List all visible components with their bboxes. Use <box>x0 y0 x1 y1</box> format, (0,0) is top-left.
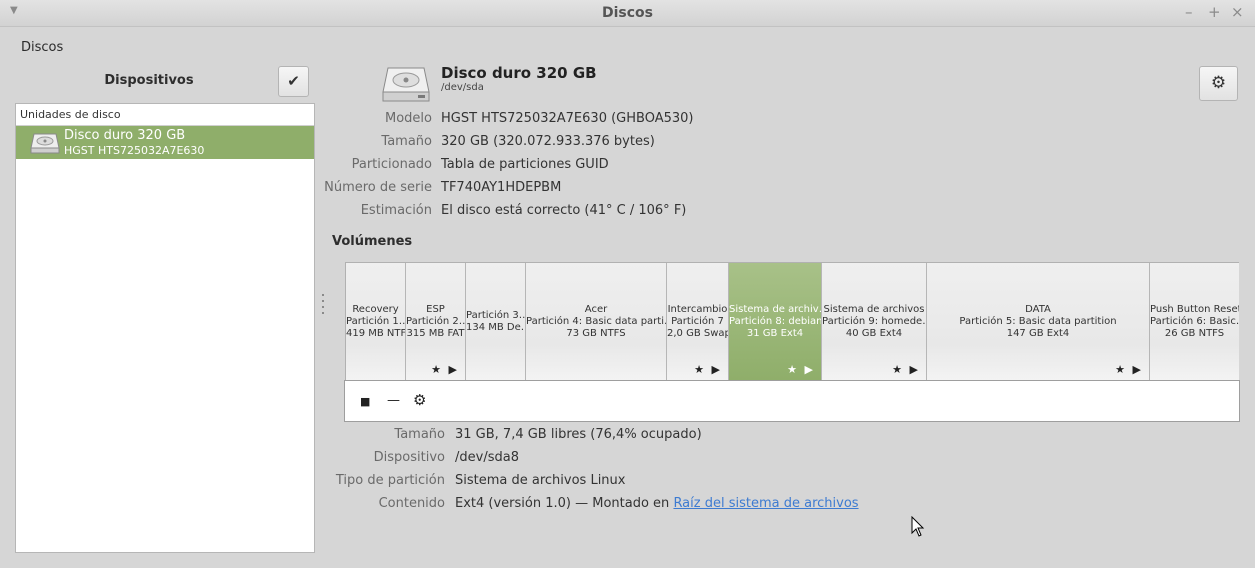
partition-label: DATA Partición 5: Basic data partition 1… <box>927 304 1149 340</box>
partition-name: ESP <box>426 304 445 315</box>
partition-size: 315 MB FAT <box>406 328 465 339</box>
partition-name: Partición 3… <box>466 310 525 321</box>
partition-label: Acer Partición 4: Basic data parti… 73 G… <box>526 304 666 340</box>
gear-icon: ⚙ <box>1210 73 1227 93</box>
menu-discos[interactable]: Discos <box>21 40 63 55</box>
partition-number: Partición 7 <box>671 316 724 327</box>
device-list: Unidades de disco Disco duro 320 GB HGST… <box>15 103 315 553</box>
close-button[interactable]: × <box>1231 4 1244 20</box>
prop-label-size: Tamaño <box>381 134 432 149</box>
mount-star-play-icon: ★ ▶ <box>1115 363 1143 376</box>
partition-name: Sistema de archiv… <box>729 304 821 315</box>
drive-options-button[interactable]: ⚙ <box>1199 66 1238 101</box>
remove-partition-icon[interactable]: — <box>387 393 400 408</box>
partition-name: Push Button Reset <box>1150 304 1239 315</box>
menu-bar: Discos <box>0 27 1255 63</box>
partition-label: Partición 3… 134 MB De… <box>466 310 525 334</box>
sidebar-title: Dispositivos <box>104 73 194 88</box>
vol-label-type: Tipo de partición <box>335 473 445 488</box>
partition-label: ESP Partición 2… 315 MB FAT <box>406 304 465 340</box>
partition-label: Recovery Partición 1… 419 MB NTFS <box>346 304 405 340</box>
prop-value-serial: TF740AY1HDEPBM <box>441 180 562 195</box>
partition-name: Recovery <box>352 304 399 315</box>
volume-toolbar: ■ — ⚙ <box>344 380 1240 422</box>
vol-label-content: Contenido <box>378 496 445 511</box>
sidebar-header: Dispositivos <box>16 66 314 96</box>
partition-size: 134 MB De… <box>466 322 525 333</box>
prop-label-partitioning: Particionado <box>351 157 432 172</box>
device-model: HGST HTS725032A7E630 <box>64 144 205 157</box>
mount-point-link[interactable]: Raíz del sistema de archivos <box>673 496 858 511</box>
harddisk-icon <box>382 67 430 102</box>
partition-label: Sistema de archivos Partición 9: homede…… <box>822 304 926 340</box>
partition-size: 73 GB NTFS <box>566 328 626 339</box>
title-bar: ▼ Discos – + × <box>0 0 1255 27</box>
partition-recovery[interactable]: Recovery Partición 1… 419 MB NTFS <box>346 263 406 380</box>
device-name: Disco duro 320 GB <box>64 128 186 143</box>
partition-name: Acer <box>584 304 608 315</box>
device-item[interactable]: Disco duro 320 GB HGST HTS725032A7E630 <box>16 126 314 159</box>
select-mode-button[interactable]: ✔ <box>278 66 309 97</box>
vol-value-content: Ext4 (versión 1.0) — Montado en Raíz del… <box>455 496 859 511</box>
prop-value-partitioning: Tabla de particiones GUID <box>441 157 609 172</box>
disk-path: /dev/sda <box>441 82 484 93</box>
vol-label-size: Tamaño <box>394 427 445 442</box>
partition-size: 31 GB Ext4 <box>746 328 804 339</box>
partition-debian-selected[interactable]: Sistema de archiv… Partición 8: debian 3… <box>729 263 822 380</box>
partition-settings-gears-icon[interactable]: ⚙ <box>413 391 426 409</box>
partition-esp[interactable]: ESP Partición 2… 315 MB FAT ★ ▶ <box>406 263 466 380</box>
partition-number: Partición 5: Basic data partition <box>959 316 1117 327</box>
volume-map: Recovery Partición 1… 419 MB NTFS ESP Pa… <box>345 262 1239 380</box>
partition-size: 40 GB Ext4 <box>845 328 903 339</box>
prop-value-model: HGST HTS725032A7E630 (GHBOA530) <box>441 111 694 126</box>
partition-number: Partición 6: Basic… <box>1150 316 1239 327</box>
prop-label-serial: Número de serie <box>324 180 432 195</box>
partition-number: Partición 9: homede… <box>822 316 926 327</box>
content-text: Ext4 (versión 1.0) — Montado en <box>455 496 670 511</box>
partition-number: Partición 2… <box>406 316 465 327</box>
partition-size: 419 MB NTFS <box>346 328 405 339</box>
mount-star-play-icon: ★ ▶ <box>694 363 722 376</box>
vol-label-device: Dispositivo <box>373 450 445 465</box>
partition-data[interactable]: DATA Partición 5: Basic data partition 1… <box>927 263 1150 380</box>
vol-value-device: /dev/sda8 <box>455 450 519 465</box>
partition-size: 147 GB Ext4 <box>1006 328 1070 339</box>
partition-number: Partición 4: Basic data parti… <box>526 316 666 327</box>
mouse-cursor-icon <box>911 516 925 537</box>
prop-label-model: Modelo <box>385 111 432 126</box>
mount-star-play-icon: ★ ▶ <box>431 363 459 376</box>
volumes-title: Volúmenes <box>332 234 413 249</box>
prop-value-assessment: El disco está correcto (41° C / 106° F) <box>441 203 687 218</box>
disk-title: Disco duro 320 GB <box>441 64 597 82</box>
partition-home[interactable]: Sistema de archivos Partición 9: homede…… <box>822 263 927 380</box>
window-title: Discos <box>601 5 653 21</box>
partition-push-button-reset[interactable]: Push Button Reset Partición 6: Basic… 26… <box>1150 263 1239 380</box>
partition-label: Intercambio Partición 7 2,0 GB Swap <box>667 304 728 340</box>
prop-value-size: 320 GB (320.072.933.376 bytes) <box>441 134 655 149</box>
mount-star-play-icon: ★ ▶ <box>892 363 920 376</box>
partition-swap[interactable]: Intercambio Partición 7 2,0 GB Swap ★ ▶ <box>667 263 729 380</box>
minimize-button[interactable]: – <box>1185 4 1193 20</box>
partition-size: 2,0 GB Swap <box>667 328 728 339</box>
partition-name: DATA <box>1025 304 1051 315</box>
partition-name: Intercambio <box>667 304 728 315</box>
partition-size: 26 GB NTFS <box>1164 328 1225 339</box>
partition-name: Sistema de archivos <box>823 304 925 315</box>
partition-number: Partición 8: debian <box>729 316 821 327</box>
mount-star-play-icon: ★ ▶ <box>787 363 815 376</box>
check-icon: ✔ <box>287 72 300 90</box>
stop-icon[interactable]: ■ <box>360 395 370 408</box>
partition-3[interactable]: Partición 3… 134 MB De… <box>466 263 526 380</box>
partition-acer[interactable]: Acer Partición 4: Basic data parti… 73 G… <box>526 263 667 380</box>
partition-number: Partición 1… <box>346 316 405 327</box>
vol-value-type: Sistema de archivos Linux <box>455 473 626 488</box>
resize-grip[interactable] <box>322 294 325 320</box>
section-header: Unidades de disco <box>16 104 314 126</box>
partition-label: Sistema de archiv… Partición 8: debian 3… <box>729 304 821 340</box>
vol-value-size: 31 GB, 7,4 GB libres (76,4% ocupado) <box>455 427 702 442</box>
maximize-button[interactable]: + <box>1208 4 1221 20</box>
partition-label: Push Button Reset Partición 6: Basic… 26… <box>1150 304 1239 340</box>
harddisk-icon <box>30 133 60 154</box>
prop-label-assessment: Estimación <box>360 203 432 218</box>
